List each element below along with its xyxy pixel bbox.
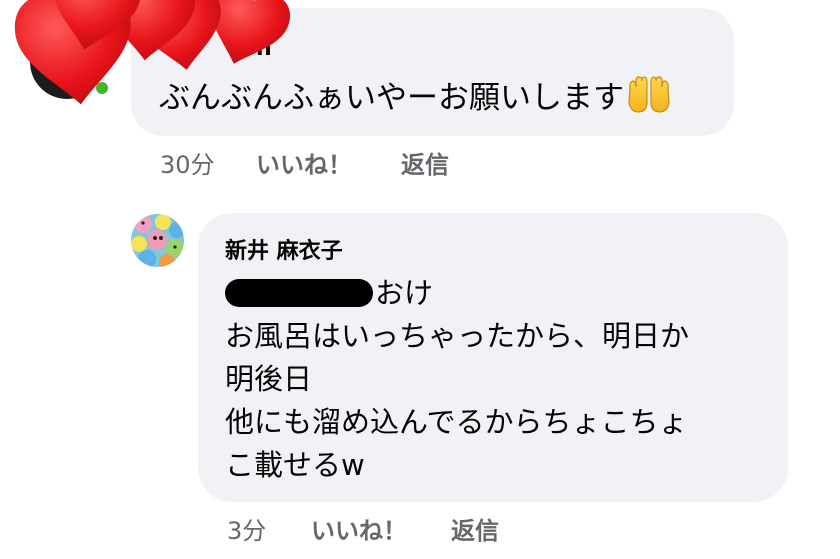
like-button[interactable]: いいね！ bbox=[311, 511, 451, 546]
comment-actions: 30分 いいね！ 返信 bbox=[160, 145, 449, 180]
reply-button[interactable]: 返信 bbox=[401, 145, 449, 180]
reply-line: 他にも溜め込んでるからちょこちょ bbox=[225, 405, 688, 439]
reply-line: こ載せるw bbox=[225, 448, 365, 482]
avatar[interactable] bbox=[131, 214, 184, 267]
reply-button[interactable]: 返信 bbox=[451, 511, 499, 546]
redaction-mark bbox=[225, 279, 373, 307]
like-button[interactable]: いいね！ bbox=[256, 145, 401, 180]
reply-text: おけ お風呂はいっちゃったから、明日か 明後日 他にも溜め込んでるからちょこちょ… bbox=[225, 272, 689, 487]
avatar-image bbox=[131, 214, 184, 267]
reply-author[interactable]: 新井 麻衣子 bbox=[225, 233, 343, 265]
palms-up-together-icon bbox=[628, 76, 670, 113]
comment-text-body: ぶんぶんふぁいやーお願いします bbox=[159, 80, 624, 116]
reply-line: おけ bbox=[225, 272, 689, 315]
reply-timestamp: 3分 bbox=[227, 517, 267, 545]
comment-timestamp: 30分 bbox=[160, 151, 215, 179]
reply-line: お風呂はいっちゃったから、明日か bbox=[225, 319, 690, 353]
comment-author[interactable]: n bbox=[256, 36, 272, 61]
online-status-dot bbox=[92, 78, 112, 98]
reply-line: 明後日 bbox=[225, 362, 313, 396]
reply-line-text: おけ bbox=[375, 276, 434, 310]
comment-text: ぶんぶんふぁいやーお願いします bbox=[159, 76, 672, 119]
reply-actions: 3分 いいね！ 返信 bbox=[227, 511, 499, 546]
